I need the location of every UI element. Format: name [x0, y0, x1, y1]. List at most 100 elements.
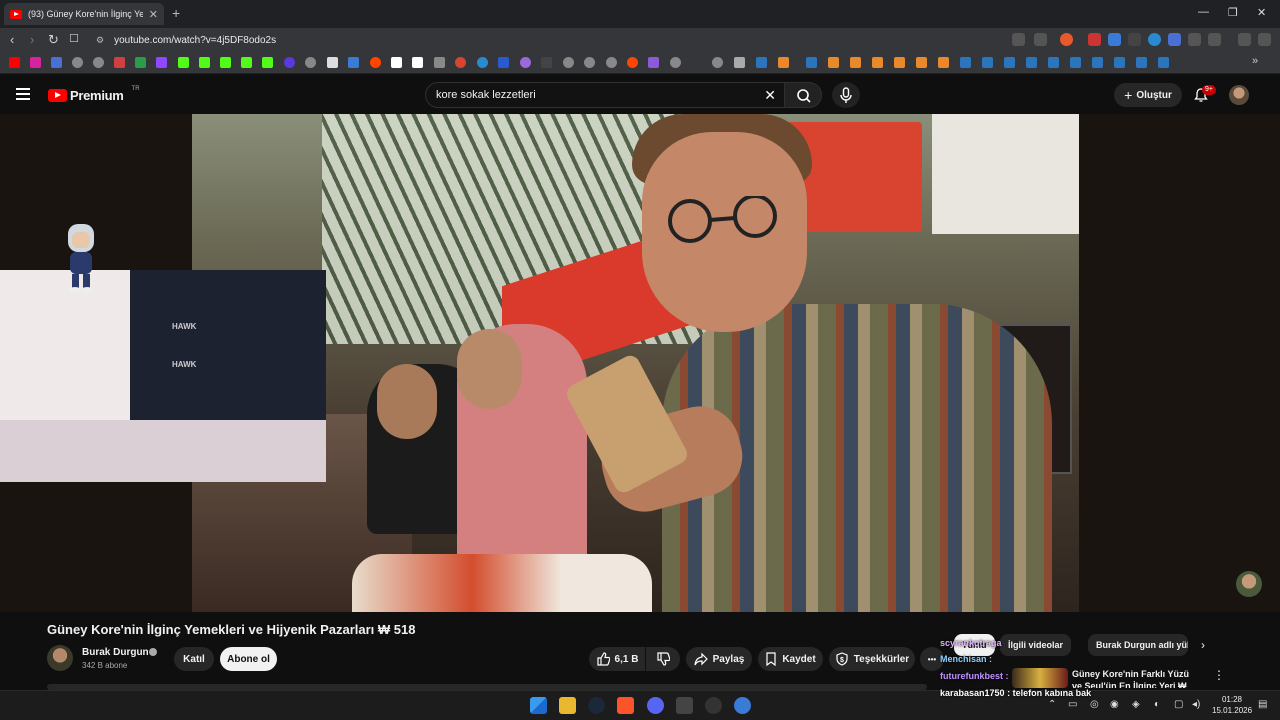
maximize-button[interactable]: ❐ [1228, 6, 1238, 19]
brave-shield-icon[interactable] [1060, 33, 1073, 46]
bookmark-steam-icon[interactable] [1048, 57, 1059, 68]
forward-icon[interactable]: › [30, 32, 34, 47]
network-icon[interactable]: ▢ [1174, 699, 1183, 710]
volume-icon[interactable]: ◂) [1192, 699, 1200, 710]
extensions-puzzle-icon[interactable] [1188, 33, 1201, 46]
channel-avatar[interactable] [47, 645, 73, 671]
cast-icon[interactable] [1012, 33, 1025, 46]
clock[interactable]: 01:28 15.01.2026 [1212, 694, 1252, 716]
bookmark-steam-icon[interactable] [1026, 57, 1037, 68]
microphone-tray-icon[interactable]: ◐ [1154, 699, 1160, 710]
video-player[interactable]: HAWK HAWK [0, 114, 1280, 612]
bookmark-icon[interactable] [938, 57, 949, 68]
chip-related[interactable]: İlgili videolar [1000, 634, 1072, 656]
app-icon[interactable] [676, 697, 693, 714]
chip-channel[interactable]: Burak Durgun adlı yüklenicinin [1088, 634, 1188, 656]
bookmark-twitch-icon[interactable] [156, 57, 167, 68]
more-vertical-icon[interactable]: ⋮ [1213, 668, 1225, 682]
bookmark-icon[interactable] [606, 57, 617, 68]
bookmark-icon[interactable] [850, 57, 861, 68]
close-window-button[interactable]: ✕ [1257, 6, 1266, 19]
extension-icon[interactable] [1148, 33, 1161, 46]
bookmark-icon[interactable] [434, 57, 445, 68]
discord-icon[interactable] [647, 697, 664, 714]
bookmark-icon[interactable] [93, 57, 104, 68]
bookmark-icon[interactable] [51, 57, 62, 68]
bookmark-reddit-icon[interactable] [370, 57, 381, 68]
bookmark-icon[interactable] [412, 57, 423, 68]
bookmark-icon[interactable] [541, 57, 552, 68]
sidebar-icon[interactable] [1208, 33, 1221, 46]
obs-icon[interactable] [705, 697, 722, 714]
tray-icon[interactable]: ◈ [1132, 699, 1140, 710]
bookmark-kick-icon[interactable] [178, 57, 189, 68]
save-button[interactable]: Kaydet [758, 647, 823, 671]
reload-icon[interactable]: ↻ [48, 32, 59, 48]
bookmark-icon[interactable] [520, 57, 531, 68]
bookmark-icon[interactable] [648, 57, 659, 68]
bookmark-gmail-icon[interactable] [114, 57, 125, 68]
channel-name[interactable]: Burak Durgun [82, 647, 149, 658]
bookmark-steam-icon[interactable] [1114, 57, 1125, 68]
bookmark-icon[interactable] [778, 57, 789, 68]
share-button[interactable]: Paylaş [686, 647, 752, 671]
bookmark-icon[interactable] [894, 57, 905, 68]
extension-icon[interactable] [1108, 33, 1121, 46]
bookmark-icon[interactable] [72, 57, 83, 68]
bookmark-icon[interactable] [305, 57, 316, 68]
create-button[interactable]: + Oluştur [1114, 83, 1182, 107]
bookmark-steam-icon[interactable] [1070, 57, 1081, 68]
bookmark-icon[interactable] [828, 57, 839, 68]
search-input[interactable]: kore sokak lezzetleri ✕ [425, 82, 785, 108]
extension-icon[interactable] [1128, 33, 1141, 46]
bookmark-steam-icon[interactable] [1158, 57, 1169, 68]
tray-steam-icon[interactable]: ◉ [1110, 699, 1119, 710]
bookmark-icon[interactable] [284, 57, 295, 68]
bookmark-drive-icon[interactable] [135, 57, 146, 68]
bookmark-steam-icon[interactable] [806, 57, 817, 68]
bookmark-icon[interactable] [348, 57, 359, 68]
chevron-right-icon[interactable]: › [1201, 638, 1205, 652]
bookmark-icon[interactable] [455, 57, 466, 68]
bookmark-steam-icon[interactable] [756, 57, 767, 68]
like-button[interactable]: 6,1 B [589, 647, 645, 671]
extension-icon[interactable] [1088, 33, 1101, 46]
bookmark-icon[interactable] [262, 57, 273, 68]
tray-icon[interactable]: ◎ [1090, 699, 1099, 710]
bookmark-youtube-icon[interactable] [9, 57, 20, 68]
bookmark-steam-icon[interactable] [1092, 57, 1103, 68]
bookmark-icon[interactable] [916, 57, 927, 68]
browser-tab[interactable]: (93) Güney Kore'nin İlginç Yemekl ✕ [4, 3, 164, 25]
share-icon[interactable] [1034, 33, 1047, 46]
bookmark-icon[interactable] [241, 57, 252, 68]
recommended-title[interactable]: Güney Kore'nin Farklı Yüzü ve Seul'ün En… [1072, 668, 1197, 688]
bookmark-instagram-icon[interactable] [30, 57, 41, 68]
app-icon[interactable] [734, 697, 751, 714]
bookmark-x-icon[interactable] [327, 57, 338, 68]
bookmark-kick-icon[interactable] [199, 57, 210, 68]
bookmark-icon[interactable]: ☐ [69, 32, 79, 45]
bookmark-steam-icon[interactable] [1004, 57, 1015, 68]
clear-search-icon[interactable]: ✕ [764, 87, 776, 104]
bookmark-icon[interactable] [712, 57, 723, 68]
thanks-button[interactable]: $ Teşekkürler [829, 647, 915, 671]
brave-browser-icon[interactable] [617, 697, 634, 714]
tray-icon[interactable]: ▭ [1068, 699, 1077, 710]
hamburger-menu-icon[interactable] [16, 88, 30, 100]
bookmark-icon[interactable] [563, 57, 574, 68]
bookmarks-overflow-icon[interactable]: » [1252, 55, 1258, 67]
youtube-premium-logo[interactable]: Premium TR [48, 86, 140, 103]
browser-menu-icon[interactable] [1258, 33, 1271, 46]
back-icon[interactable]: ‹ [10, 32, 14, 47]
bookmark-steam-icon[interactable] [982, 57, 993, 68]
bookmark-steam-icon[interactable] [960, 57, 971, 68]
tray-overflow-icon[interactable]: ⌃ [1048, 699, 1056, 710]
notification-center-icon[interactable]: ▤ [1258, 699, 1267, 710]
extension-icon[interactable] [1168, 33, 1181, 46]
recommended-thumbnail[interactable] [1012, 668, 1068, 688]
address-bar[interactable]: ⚙ youtube.com/watch?v=4j5DF8odo2s [88, 30, 1088, 50]
bookmark-icon[interactable] [670, 57, 681, 68]
join-button[interactable]: Katıl [174, 647, 214, 671]
bookmark-steam-icon[interactable] [1136, 57, 1147, 68]
start-menu-icon[interactable] [530, 697, 547, 714]
